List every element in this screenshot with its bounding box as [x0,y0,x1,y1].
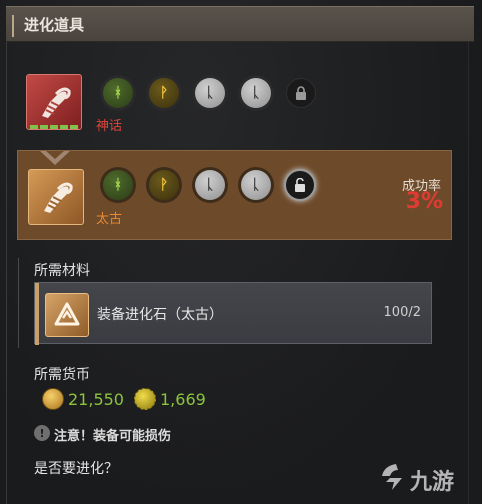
header-accent [12,15,14,37]
panel-title: 进化道具 [24,16,85,34]
grade-label-mythic: 神话 [96,119,123,134]
selected-ribbon-icon [40,151,70,169]
success-rate-value: 3% [405,189,443,214]
gold-coin-icon [42,388,64,410]
rune-green-icon[interactable]: ᚼ [103,78,133,108]
bone-arm-icon [26,74,82,130]
evolution-stone-icon [45,293,89,337]
gold-amount: 21,550 [68,390,124,409]
lock-icon [286,78,316,108]
rune-yellow-icon[interactable]: ᚹ [149,170,179,200]
rune-white-icon[interactable]: ᚳ [195,78,225,108]
material-item[interactable]: 装备进化石（太古） 100/2 [34,282,432,345]
item-row-ancient-selected[interactable]: 太古 ᚼ ᚹ ᚳ ᚳ 成功率 3% [17,150,452,240]
gear-amount: 1,669 [160,390,206,409]
grade-label-ancient: 太古 [96,212,123,227]
currency-title: 所需货币 [34,367,90,383]
material-marker [35,283,39,345]
panel-frame-left [6,42,7,504]
rune-white-icon[interactable]: ᚳ [241,78,271,108]
section-divider [18,258,19,348]
rune-white-icon[interactable]: ᚳ [195,170,225,200]
evolution-panel: 进化道具 神话 ᚼ ᚹ ᚳ ᚳ 太古 ᚼ ᚹ ᚳ ᚳ 成功率 3% 所需材料 装… [0,0,482,504]
material-name: 装备进化石（太古） [97,307,223,323]
material-count: 100/2 [383,305,421,320]
grade-progress-bar [30,125,78,129]
item-row-mythic[interactable]: 神话 ᚼ ᚹ ᚳ ᚳ [18,70,452,136]
watermark-logo: 九游 [378,460,464,496]
panel-header: 进化道具 [6,6,474,42]
panel-frame-right [468,42,469,504]
confirm-question: 是否要进化？ [34,461,118,477]
rune-white-icon[interactable]: ᚳ [241,170,271,200]
bone-arm-icon [28,169,84,225]
unlock-icon[interactable] [284,169,316,201]
rune-green-icon[interactable]: ᚼ [103,170,133,200]
rune-yellow-icon[interactable]: ᚹ [149,78,179,108]
warning-text: 注意！装备可能损伤 [54,429,172,444]
materials-title: 所需材料 [34,263,90,279]
gear-coin-icon [134,388,156,410]
warning-icon: ! [34,425,50,441]
